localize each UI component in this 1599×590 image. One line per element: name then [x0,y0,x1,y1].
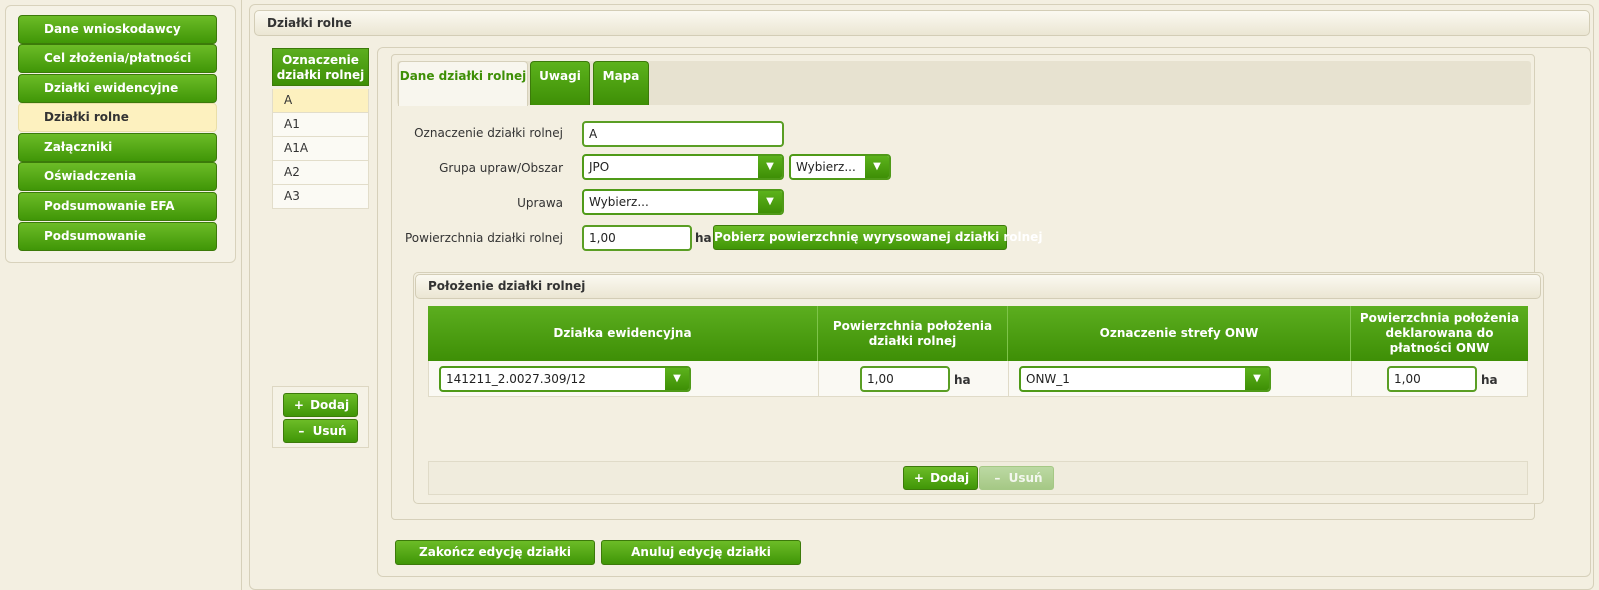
remove-location-label: Usuń [1008,471,1043,485]
sidebar-item-podsumowanie[interactable]: Podsumowanie [18,222,217,251]
powierzchnia-onw-unit: ha [1481,373,1498,387]
parcel-list-item[interactable]: A2 [272,161,369,185]
chevron-down-icon: ▼ [758,191,782,213]
oznaczenie-label: Oznaczenie działki rolnej [414,126,563,140]
grupa-select-value: JPO [589,160,610,174]
oznaczenie-input[interactable]: A [582,121,784,147]
powierzchnia-polozenia-unit: ha [954,373,971,387]
obszar-select-value: Wybierz... [796,160,856,174]
powierzchnia-label: Powierzchnia działki rolnej [404,231,563,245]
dzialka-ewidencyjna-select[interactable]: 141211_2.0027.309/12 ▼ [439,366,691,392]
uprawa-select[interactable]: Wybierz... ▼ [582,189,784,215]
grid-divider [818,361,819,397]
divider [241,0,242,590]
powierzchnia-unit: ha [695,231,712,245]
sidebar-item-oswiadczenia[interactable]: Oświadczenia [18,162,217,191]
sidebar: Dane wnioskodawcy Cel złożenia/płatności… [5,5,236,263]
finish-edit-button[interactable]: Zakończ edycję działki [395,540,595,565]
powierzchnia-input[interactable]: 1,00 [582,225,692,251]
sidebar-item-dane-wnioskodawcy[interactable]: Dane wnioskodawcy [18,15,217,44]
uprawa-label: Uprawa [517,196,563,210]
location-grid-footer [428,461,1528,495]
grid-divider [1351,361,1352,397]
strefa-onw-value: ONW_1 [1026,372,1070,386]
grupa-label: Grupa upraw/Obszar [439,161,563,175]
grid-divider [1008,361,1009,397]
parcel-list-item[interactable]: A [272,89,369,113]
sidebar-item-zalaczniki[interactable]: Załączniki [18,133,217,162]
column-powierzchnia-polozenia: Powierzchnia położenia działki rolnej [818,306,1008,361]
chevron-down-icon: ▼ [865,156,889,178]
column-strefa-onw: Oznaczenie strefy ONW [1008,306,1351,361]
parcel-list-header: Oznaczenie działki rolnej [272,48,369,86]
remove-parcel-button[interactable]: – Usuń [283,419,358,443]
location-title: Położenie działki rolnej [415,274,1541,299]
page-title: Działki rolne [254,10,1590,36]
remove-parcel-label: Usuń [312,424,347,438]
parcel-list-item[interactable]: A1A [272,137,369,161]
add-parcel-button[interactable]: + Dodaj [283,393,358,417]
parcel-list-item[interactable]: A1 [272,113,369,137]
minus-icon: – [994,471,1001,485]
chevron-down-icon: ▼ [758,156,782,178]
obszar-select[interactable]: Wybierz... ▼ [789,154,891,180]
plus-icon: + [293,398,304,412]
sidebar-item-dzialki-ewidencyjne[interactable]: Działki ewidencyjne [18,74,217,103]
powierzchnia-onw-input[interactable]: 1,00 [1387,366,1477,392]
chevron-down-icon: ▼ [665,368,689,390]
parcel-list-item[interactable]: A3 [272,185,369,209]
add-location-label: Dodaj [930,471,970,485]
strefa-onw-select[interactable]: ONW_1 ▼ [1019,366,1271,392]
cancel-edit-button[interactable]: Anuluj edycję działki [601,540,801,565]
sidebar-item-cel-zlozenia[interactable]: Cel złożenia/płatności [18,44,217,73]
sidebar-item-dzialki-rolne[interactable]: Działki rolne [18,103,217,132]
uprawa-select-value: Wybierz... [589,195,649,209]
sidebar-item-podsumowanie-efa[interactable]: Podsumowanie EFA [18,192,217,221]
plus-icon: + [913,471,924,485]
tab-uwagi[interactable]: Uwagi [530,61,590,105]
dzialka-ewidencyjna-value: 141211_2.0027.309/12 [446,372,586,386]
minus-icon: – [298,424,305,438]
powierzchnia-polozenia-input[interactable]: 1,00 [860,366,950,392]
tab-dane-dzialki[interactable]: Dane działki rolnej [398,61,528,106]
column-powierzchnia-onw: Powierzchnia położenia deklarowana do pł… [1351,306,1528,361]
chevron-down-icon: ▼ [1245,368,1269,390]
grupa-select[interactable]: JPO ▼ [582,154,784,180]
remove-location-button[interactable]: – Usuń [979,466,1054,490]
column-dzialka-ewidencyjna: Działka ewidencyjna [428,306,818,361]
add-location-button[interactable]: + Dodaj [903,466,978,490]
pobierz-powierzchnie-button[interactable]: Pobierz powierzchnię wyrysowanej działki… [713,225,1042,250]
add-parcel-label: Dodaj [310,398,350,412]
tab-mapa[interactable]: Mapa [593,61,649,105]
